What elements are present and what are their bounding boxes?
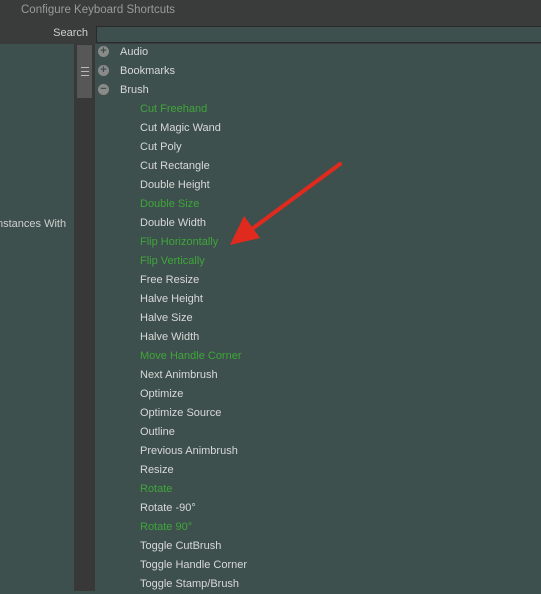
annotation-arrow	[230, 162, 342, 245]
arrow-head	[230, 216, 260, 245]
arrow-shaft	[250, 162, 342, 231]
